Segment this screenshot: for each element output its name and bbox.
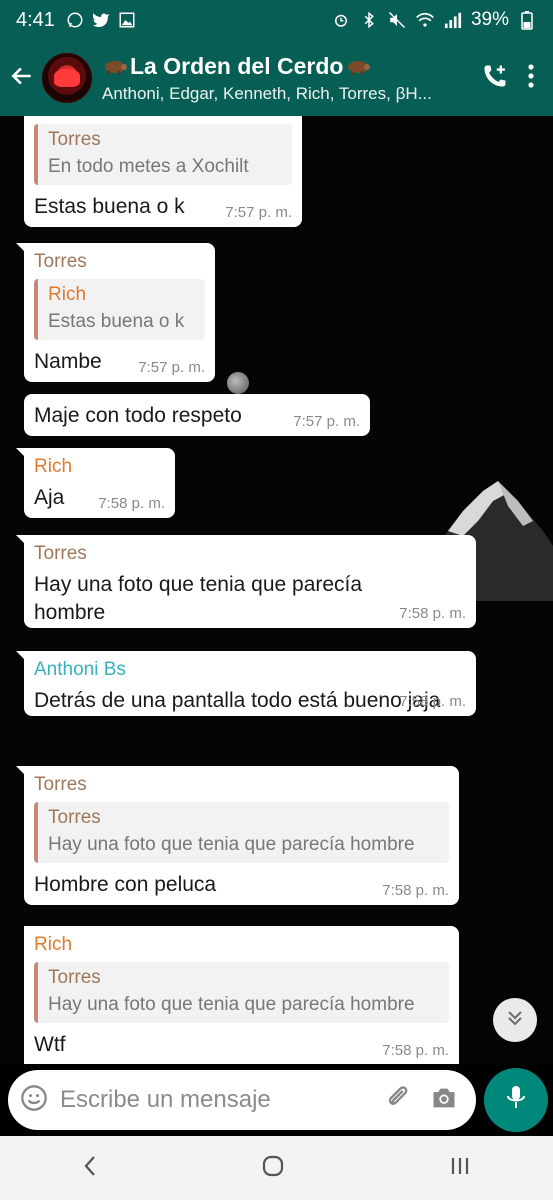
group-info[interactable]: La Orden del Cerdo Anthoni, Edgar, Kenne… [102,53,467,104]
message-time: 7:57 p. m. [225,204,292,221]
mute-icon [387,10,407,30]
battery-percent: 39% [470,9,509,30]
bubble-tail [16,766,26,776]
message-sender: Torres [34,774,87,795]
message-text: Nambe [34,350,102,373]
mic-icon [504,1084,528,1117]
emoji-icon[interactable] [20,1084,48,1117]
signal-icon [443,10,463,30]
wifi-icon [415,10,435,30]
message-bubble[interactable]: Torres Hay una foto que tenia que parecí… [16,535,476,628]
message-time: 7:57 p. m. [138,359,205,376]
quoted-message[interactable]: Rich Estas buena o k [34,279,205,340]
message-text: Maje con todo respeto [34,404,242,427]
nav-recents-icon[interactable] [448,1154,472,1183]
message-sender: Rich [34,934,73,955]
group-name-text: La Orden del Cerdo [130,52,344,79]
quoted-text: En todo metes a Xochilt [48,156,249,177]
group-members: Anthoni, Edgar, Kenneth, Rich, Torres, β… [102,83,432,103]
status-bar: 4:41 39% [0,0,553,40]
quoted-sender: Torres [48,807,101,828]
message-bubble[interactable]: Rich Torres Hay una foto que tenia que p… [24,926,459,1064]
system-nav-bar [0,1136,553,1200]
quoted-message[interactable]: Torres Hay una foto que tenia que parecí… [34,962,449,1023]
composer-bar [0,1064,553,1136]
more-vert-icon[interactable] [527,63,535,94]
quoted-text: Hay una foto que tenia que parecía hombr… [48,834,415,855]
group-title: La Orden del Cerdo [102,53,467,80]
back-arrow-icon [9,63,35,94]
quoted-message[interactable]: Torres Hay una foto que tenia que parecí… [34,802,449,863]
quoted-sender: Torres [48,129,101,150]
message-sender: Torres [34,251,87,272]
add-call-icon[interactable] [481,62,509,95]
message-bubble[interactable]: Maje con todo respeto 7:57 p. m. [24,394,370,436]
camera-icon[interactable] [430,1085,458,1116]
boar-emoji-icon [105,61,127,75]
quoted-sender: Torres [48,967,101,988]
message-text: Estas buena o k [34,195,185,218]
message-bubble[interactable]: Anthoni Bs Detrás de una pantalla todo e… [16,651,476,716]
bluetooth-icon [359,10,379,30]
message-time: 7:57 p. m. [293,413,360,430]
chevron-double-down-icon [505,1008,525,1033]
group-avatar[interactable] [42,53,92,103]
quoted-text: Estas buena o k [48,311,185,332]
attach-icon[interactable] [384,1084,412,1117]
nav-back-icon[interactable] [82,1154,98,1183]
boar-emoji-icon [348,61,371,75]
status-time: 4:41 [16,8,55,31]
message-text: Wtf [34,1033,66,1056]
message-sender: Anthoni Bs [34,659,126,680]
message-bubble[interactable]: Rich Aja 7:58 p. m. [16,448,175,518]
message-bubble[interactable]: Torres En todo metes a Xochilt Estas bue… [24,116,302,227]
quoted-message[interactable]: Torres En todo metes a Xochilt [34,124,292,185]
quoted-sender: Rich [48,284,87,305]
scroll-to-bottom-button[interactable] [493,998,537,1042]
message-bubble[interactable]: Torres Torres Hay una foto que tenia que… [16,766,459,905]
twitter-icon [91,10,111,30]
chat-header: La Orden del Cerdo Anthoni, Edgar, Kenne… [0,40,553,116]
voice-note-button[interactable] [484,1068,548,1132]
alarm-icon [331,10,351,30]
chat-area[interactable]: Torres En todo metes a Xochilt Estas bue… [0,116,553,1064]
message-sender: Rich [34,456,73,477]
whatsapp-icon [65,10,85,30]
message-text: Hombre con peluca [34,873,217,896]
message-input[interactable] [60,1086,384,1114]
message-time: 7:58 p. m. [98,495,165,512]
bubble-tail [16,535,26,545]
battery-icon [517,10,537,30]
bubble-tail [16,651,26,661]
bubble-tail [24,926,26,936]
bubble-tail [16,243,26,253]
gallery-icon [117,10,137,30]
nav-home-icon[interactable] [261,1154,285,1183]
bubble-tail [16,448,26,458]
message-text: Aja [34,486,65,509]
background-moon [227,372,249,394]
message-bubble[interactable]: Torres Rich Estas buena o k Nambe 7:57 p… [16,243,215,382]
quoted-text: Hay una foto que tenia que parecía hombr… [48,994,415,1015]
message-sender: Torres [34,543,87,564]
back-button[interactable] [2,40,42,116]
message-time: 7:58 p. m. [382,882,449,899]
message-input-wrapper [8,1070,476,1130]
message-time: 7:58 p. m. [382,1042,449,1059]
